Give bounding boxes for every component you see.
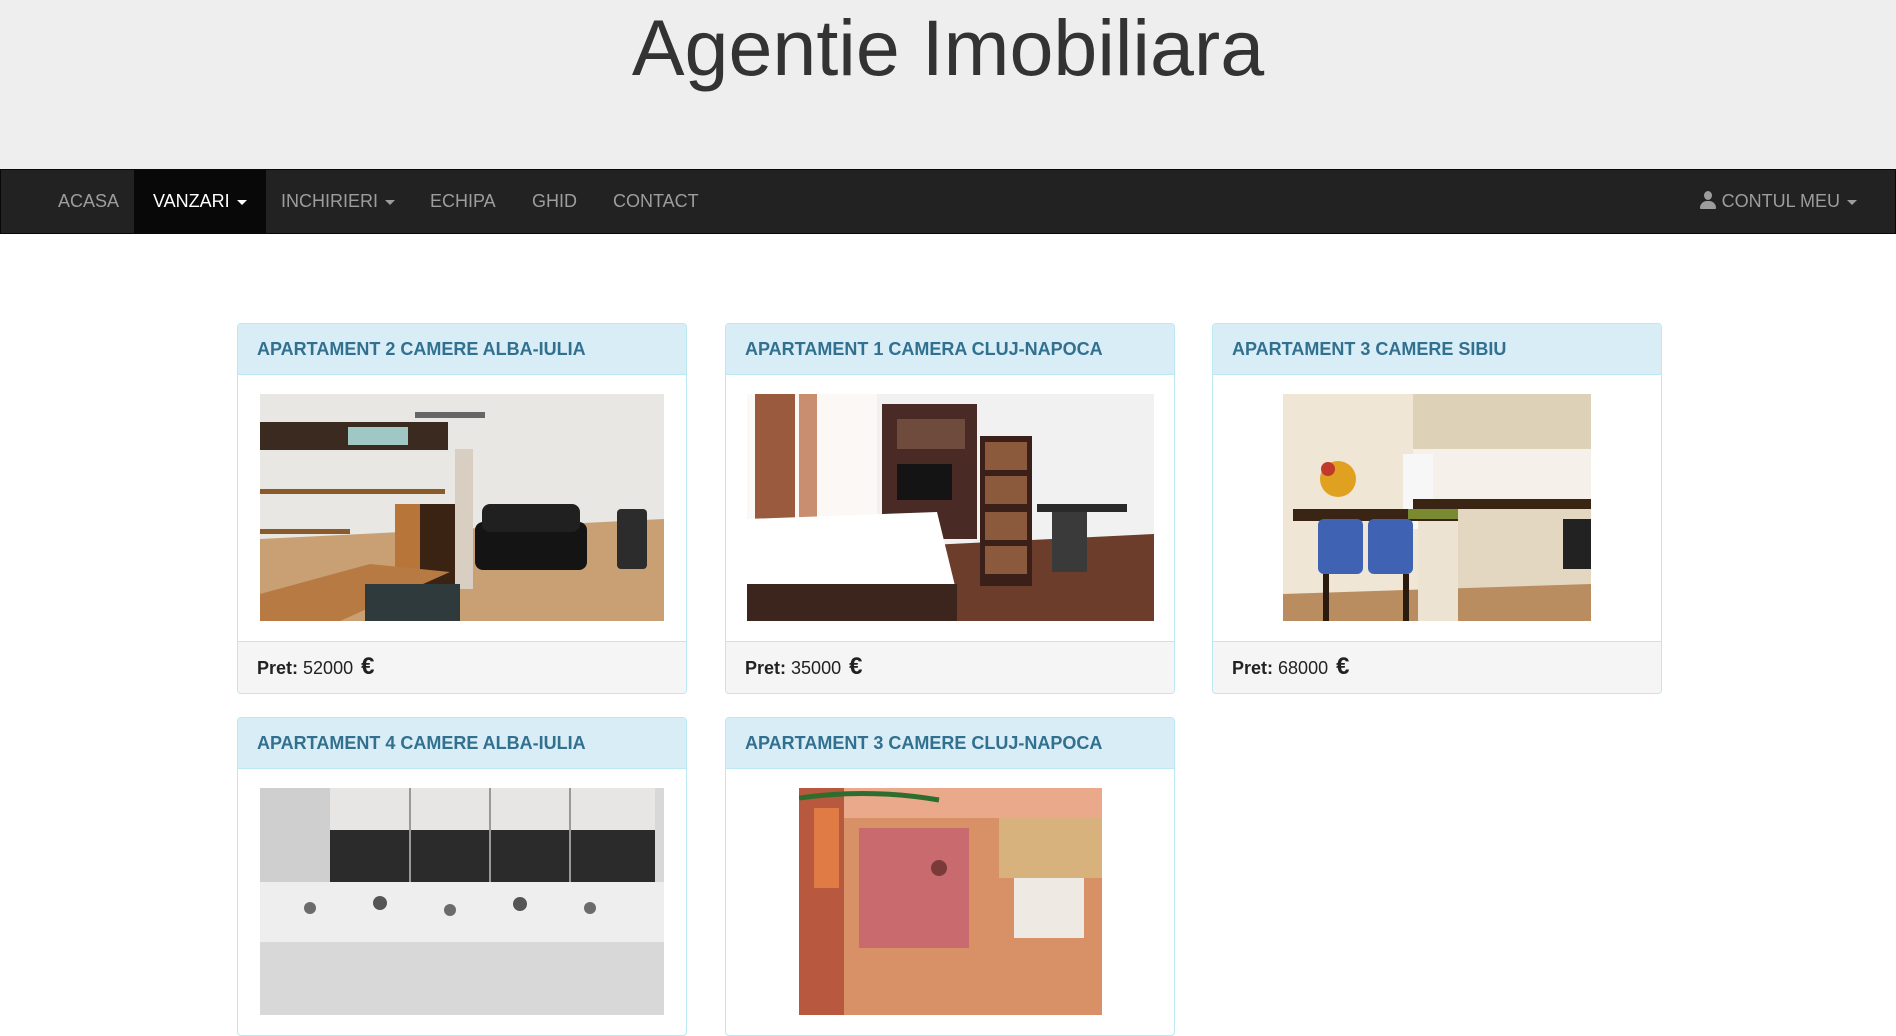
price-value: 52000 (303, 658, 354, 678)
nav-item-label: INCHIRIERI (281, 191, 379, 211)
nav-item-label: CONTACT (613, 191, 699, 211)
listing-price-row: Pret: 52000 € (238, 641, 686, 693)
nav-account-dropdown[interactable]: CONTUL MEU (1681, 170, 1876, 233)
listing-photo-area (1213, 375, 1661, 641)
nav-item-ghid[interactable]: GHID (513, 170, 596, 233)
listing-photo-area (726, 769, 1174, 1035)
listing-card: APARTAMENT 4 CAMERE ALBA-IULIA (237, 717, 687, 1036)
nav-item-acasa[interactable]: ACASA (39, 170, 138, 233)
listing-photo-area (238, 375, 686, 641)
kitchen-image (1283, 394, 1591, 621)
listing-card: APARTAMENT 2 CAMERE ALBA-IULIA Pret: 520… (237, 323, 687, 694)
caret-down-icon (385, 199, 396, 205)
nav-item-label: VANZARI (153, 191, 230, 211)
nav-item-vanzari[interactable]: VANZARI (134, 170, 266, 233)
living-kitchen-image (799, 788, 1102, 1015)
listing-photo-area (726, 375, 1174, 641)
nav-item-contact[interactable]: CONTACT (594, 170, 718, 233)
price-value: 35000 (791, 658, 842, 678)
caret-down-icon (1847, 199, 1857, 205)
listing-title[interactable]: APARTAMENT 1 CAMERA CLUJ-NAPOCA (726, 324, 1174, 375)
listing-photo-bedroom[interactable] (747, 394, 1154, 621)
listing-photo-kitchen[interactable] (1283, 394, 1591, 621)
listing-photo-area (238, 769, 686, 1035)
nav-item-label: GHID (532, 191, 577, 211)
bedroom-image (747, 394, 1154, 621)
listing-card: APARTAMENT 1 CAMERA CLUJ-NAPOCA Pret: 35… (725, 323, 1175, 694)
living-room-image (260, 394, 664, 621)
user-icon (1699, 191, 1716, 209)
listing-title[interactable]: APARTAMENT 3 CAMERE CLUJ-NAPOCA (726, 718, 1174, 769)
euro-icon: € (361, 653, 375, 680)
listing-price-row: Pret: 35000 € (726, 641, 1174, 693)
nav-item-label: ECHIPA (430, 191, 496, 211)
listing-photo-living-kitchen[interactable] (799, 788, 1102, 1015)
price-label: Pret: (745, 658, 787, 678)
listing-photo-living-room[interactable] (260, 394, 664, 621)
nav-account-label: CONTUL MEU (1721, 191, 1840, 211)
listing-card: APARTAMENT 3 CAMERE SIBIU Pret: 68000 € (1212, 323, 1662, 694)
nav-item-label: ACASA (58, 191, 120, 211)
listing-price-row: Pret: 68000 € (1213, 641, 1661, 693)
caret-down-icon (236, 199, 247, 205)
site-title: Agentie Imobiliara (631, 3, 1265, 92)
kitchen-cabinets-image (260, 788, 664, 1015)
listing-card: APARTAMENT 3 CAMERE CLUJ-NAPOCA (725, 717, 1175, 1036)
header-jumbotron: Agentie Imobiliara (0, 0, 1896, 169)
listing-title[interactable]: APARTAMENT 3 CAMERE SIBIU (1213, 324, 1661, 375)
price-value: 68000 (1278, 658, 1329, 678)
price-label: Pret: (257, 658, 299, 678)
price-label: Pret: (1232, 658, 1274, 678)
main-navbar: ACASA VANZARI INCHIRIERI ECHIPA GHID CON… (0, 169, 1896, 234)
euro-icon: € (849, 653, 863, 680)
listing-photo-kitchen-cabinets[interactable] (260, 788, 664, 1015)
listing-title[interactable]: APARTAMENT 2 CAMERE ALBA-IULIA (238, 324, 686, 375)
listing-title[interactable]: APARTAMENT 4 CAMERE ALBA-IULIA (238, 718, 686, 769)
nav-item-echipa[interactable]: ECHIPA (411, 170, 515, 233)
euro-icon: € (1336, 653, 1350, 680)
nav-item-inchirieri[interactable]: INCHIRIERI (262, 170, 414, 233)
